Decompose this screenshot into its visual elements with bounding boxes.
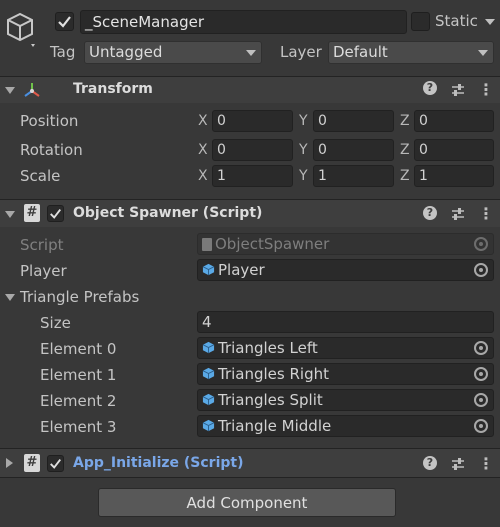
element-field[interactable]: Triangles Right [197,363,494,385]
rotation-x-field[interactable]: 0 [212,139,293,161]
add-component-button[interactable]: Add Component [98,488,396,517]
tag-value: Untagged [89,43,163,61]
object-picker-icon[interactable] [468,337,494,359]
element-field[interactable]: Triangles Left [197,337,494,359]
layer-label: Layer [280,43,322,61]
position-x-field[interactable]: 0 [212,110,293,132]
settings-sliders-icon[interactable] [450,82,466,98]
position-y-field[interactable]: 0 [313,110,394,132]
size-label: Size [40,314,71,332]
element-label: Element 3 [40,418,117,436]
scale-y-field[interactable]: 1 [313,165,394,187]
object-picker-icon[interactable] [468,389,494,411]
position-label: Position [20,112,79,130]
element-field[interactable]: Triangle Middle [197,415,494,437]
script-value: ObjectSpawner [215,235,330,253]
settings-sliders-icon[interactable] [450,456,466,472]
player-field[interactable]: Player [197,259,494,281]
object-picker-icon[interactable] [468,259,494,281]
element-label: Element 2 [40,392,117,410]
element-value: Triangles Left [218,339,318,357]
script-field: ObjectSpawner [197,233,494,255]
tag-dropdown[interactable]: Untagged [84,41,262,64]
object-spawner-header[interactable]: # Object Spawner (Script) ? ⋮ [0,199,500,227]
prefab-cube-icon [202,339,215,359]
rotation-label: Rotation [20,141,83,159]
component-enabled-checkbox[interactable] [47,455,64,472]
triangle-prefabs-foldout-arrow[interactable] [5,294,15,301]
help-icon[interactable]: ? [423,206,437,220]
axis-x-label: X [198,168,208,184]
static-checkbox[interactable] [411,12,430,31]
element-value: Triangles Split [218,391,323,409]
object-picker-icon[interactable] [468,363,494,385]
prefab-cube-icon [202,261,215,281]
element-value: Triangle Middle [218,417,332,435]
foldout-arrow[interactable] [5,211,15,218]
chevron-down-icon [246,50,256,56]
component-enabled-checkbox[interactable] [47,205,64,222]
rotation-z-field[interactable]: 0 [414,139,494,161]
more-options-icon[interactable]: ⋮ [478,80,494,99]
axis-y-label: Y [299,113,308,129]
player-label: Player [20,262,67,280]
prefab-cube-icon [202,391,215,411]
section-divider [0,477,500,478]
axis-y-label: Y [299,168,308,184]
scale-label: Scale [20,167,61,185]
app-initialize-title: App_Initialize (Script) [73,455,244,471]
size-field[interactable]: 4 [197,311,494,333]
triangle-prefabs-label[interactable]: Triangle Prefabs [20,288,139,306]
help-icon[interactable]: ? [423,81,437,95]
object-picker-icon[interactable] [468,415,494,437]
object-picker-icon [468,233,494,255]
chevron-down-icon [478,50,488,56]
static-dropdown-arrow[interactable] [485,19,495,25]
axis-z-label: Z [400,113,410,129]
static-label: Static [435,12,478,30]
prefab-cube-icon [202,365,215,385]
layer-value: Default [333,43,388,61]
transform-title: Transform [73,81,153,97]
transform-icon [22,81,42,101]
element-label: Element 0 [40,340,117,358]
foldout-arrow[interactable] [6,458,13,468]
axis-x-label: X [198,142,208,158]
player-value: Player [218,261,265,279]
element-value: Triangles Right [218,365,329,383]
scale-z-field[interactable]: 1 [414,165,494,187]
prefab-cube-icon [202,417,215,437]
element-label: Element 1 [40,366,117,384]
axis-y-label: Y [299,142,308,158]
script-hash-icon: # [24,204,40,222]
script-label: Script [20,236,64,254]
app-initialize-header[interactable]: # App_Initialize (Script) ? ⋮ [0,448,500,477]
axis-z-label: Z [400,168,410,184]
foldout-arrow[interactable] [5,87,15,94]
tag-label: Tag [50,43,76,61]
position-z-field[interactable]: 0 [414,110,494,132]
active-checkbox[interactable] [55,12,74,31]
layer-dropdown[interactable]: Default [328,41,494,64]
object-spawner-title: Object Spawner (Script) [73,205,263,221]
axis-z-label: Z [400,142,410,158]
element-field[interactable]: Triangles Split [197,389,494,411]
settings-sliders-icon[interactable] [450,206,466,222]
script-file-icon [202,238,212,251]
scale-x-field[interactable]: 1 [212,165,293,187]
more-options-icon[interactable]: ⋮ [478,454,494,473]
rotation-y-field[interactable]: 0 [313,139,394,161]
help-icon[interactable]: ? [423,456,437,470]
more-options-icon[interactable]: ⋮ [478,204,494,223]
transform-header[interactable]: Transform ? ⋮ [0,76,500,103]
gameobject-icon[interactable] [4,8,38,47]
script-hash-icon: # [24,454,40,472]
name-input[interactable]: _SceneManager [80,10,407,34]
axis-x-label: X [198,113,208,129]
